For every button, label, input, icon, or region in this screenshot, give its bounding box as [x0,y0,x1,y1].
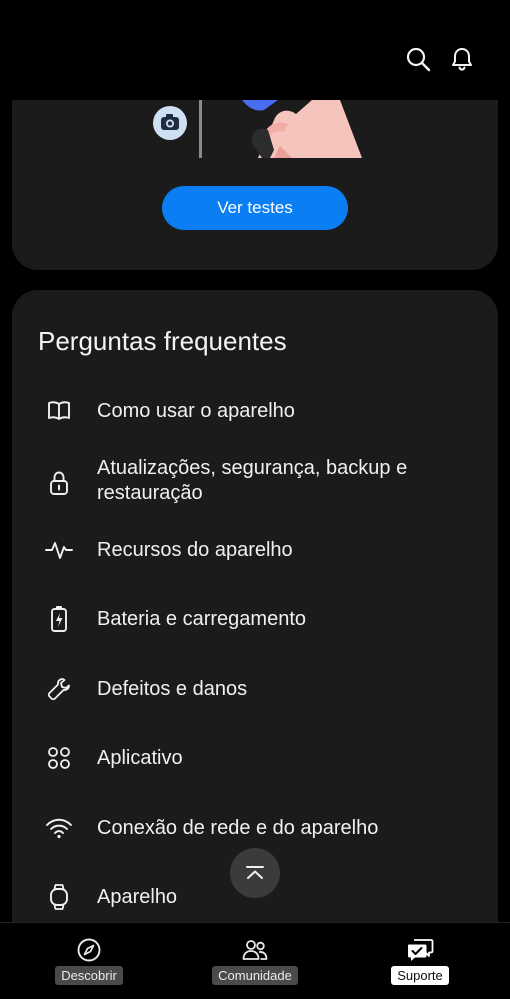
watch-icon [44,882,74,912]
faq-item-label: Como usar o aparelho [97,400,295,422]
pulse-icon [44,535,74,565]
compass-icon [75,936,103,964]
faq-item-label: Atualizações, segurança, backup e restau… [97,457,408,504]
community-icon [241,936,269,964]
nav-label: Suporte [391,966,449,985]
battery-charging-icon [44,604,74,634]
faq-title: Perguntas frequentes [38,326,287,356]
top-app-bar [0,0,510,100]
scroll-to-top-button[interactable] [230,848,280,898]
nav-discover[interactable]: Descobrir [53,923,125,999]
faq-item-how-to-use[interactable]: Como usar o aparelho [12,396,498,426]
faq-item-label: Conexão de rede e do aparelho [97,817,379,839]
faq-item-device-features[interactable]: Recursos do aparelho [12,535,498,565]
scroll-to-top-icon [246,866,264,879]
nav-label: Comunidade [212,966,298,985]
faq-item-label: Aparelho [97,886,178,908]
nav-support[interactable]: Suporte [388,923,452,999]
bottom-navigation: Descobrir Comunidade Suporte [0,922,510,999]
faq-item-label: Recursos do aparelho [97,539,293,561]
faq-item-label: Defeitos e danos [97,678,248,700]
see-tests-button[interactable]: Ver testes [162,186,348,230]
faq-card: Perguntas frequentes Como usar o aparelh… [12,290,498,940]
nav-label: Descobrir [55,966,123,985]
wrench-icon [44,674,74,704]
apps-icon [44,743,74,773]
lock-icon [44,468,74,498]
faq-item-label: Bateria e carregamento [97,608,307,630]
nav-community[interactable]: Comunidade [209,923,301,999]
support-chat-icon [406,936,434,964]
wifi-icon [44,813,74,843]
search-icon [406,47,431,72]
bell-icon [452,48,472,71]
faq-item-apps[interactable]: Aplicativo [12,743,498,773]
notifications-button[interactable] [445,42,479,76]
book-icon [44,396,74,426]
faq-item-updates-security[interactable]: Atualizações, segurança, backup e restau… [12,456,498,508]
faq-item-defects[interactable]: Defeitos e danos [12,674,498,704]
faq-item-label: Aplicativo [97,747,183,769]
search-button[interactable] [401,42,435,76]
faq-item-battery[interactable]: Bateria e carregamento [12,604,498,634]
faq-item-network[interactable]: Conexão de rede e do aparelho [12,813,498,843]
screen: Ver testes Perguntas frequentes Como usa… [0,0,510,999]
